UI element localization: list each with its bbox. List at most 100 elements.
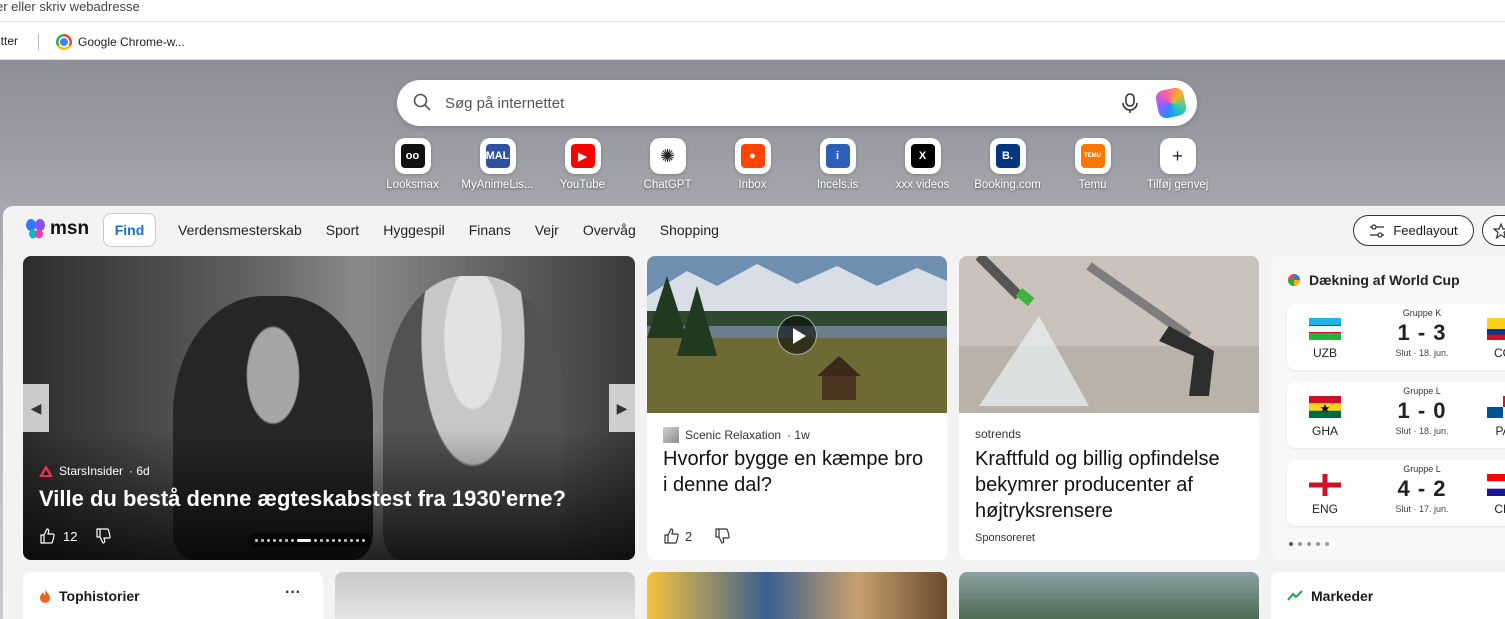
story-card[interactable] bbox=[335, 572, 635, 619]
nav-item-6[interactable]: Shopping bbox=[660, 222, 719, 238]
copilot-icon[interactable] bbox=[1154, 86, 1188, 120]
nav-item-0[interactable]: Verdensmesterskab bbox=[178, 222, 302, 238]
find-button[interactable]: Find bbox=[103, 213, 156, 247]
carousel-dot[interactable] bbox=[291, 538, 294, 542]
nav-item-3[interactable]: Finans bbox=[469, 222, 511, 238]
story-card[interactable]: Scenic Relaxation · 1w Hvorfor bygge en … bbox=[647, 256, 947, 560]
away-team-code: CO bbox=[1494, 346, 1505, 360]
shortcut-youtube[interactable]: ▶ YouTube bbox=[540, 138, 625, 191]
shortcut-xvideos[interactable]: Xxxx videos bbox=[880, 138, 965, 191]
carousel-dot[interactable] bbox=[273, 538, 276, 542]
story-card[interactable] bbox=[959, 572, 1259, 619]
match-score: 1 - 0 bbox=[1397, 398, 1447, 423]
nav-item-4[interactable]: Vejr bbox=[535, 222, 559, 238]
carousel-dot[interactable] bbox=[362, 538, 365, 542]
match-item[interactable]: UZB Gruppe K 1 - 3 Slut · 18. jun. CO bbox=[1287, 304, 1505, 370]
shortcut-glyph: MAL bbox=[485, 144, 510, 168]
flag-england-icon bbox=[1309, 474, 1341, 496]
shortcut-temu[interactable]: TEMU Temu bbox=[1050, 138, 1135, 191]
shortcut-chatgpt[interactable]: ✺ ChatGPT bbox=[625, 138, 710, 191]
carousel-dot[interactable] bbox=[338, 538, 341, 542]
match-date: Slut · 17. jun. bbox=[1395, 504, 1449, 514]
story-source: Scenic Relaxation · 1w bbox=[663, 427, 810, 443]
shortcut-label: YouTube bbox=[559, 179, 606, 191]
bookmark-google-chrome[interactable]: Google Chrome-w... bbox=[56, 34, 185, 50]
away-team-code: PA bbox=[1495, 424, 1505, 438]
top-stories-card[interactable]: Tophistorier ··· bbox=[23, 572, 323, 619]
carousel-next-button[interactable]: ▶ bbox=[609, 384, 635, 432]
match-item[interactable]: ENG Gruppe L 4 - 2 Slut · 17. jun. CR bbox=[1287, 460, 1505, 526]
fire-icon bbox=[40, 589, 50, 603]
shortcut-looksmax[interactable]: oo Looksmax bbox=[370, 138, 455, 191]
nav-item-2[interactable]: Hyggespil bbox=[383, 222, 444, 238]
star-icon bbox=[1493, 223, 1505, 239]
like-button[interactable]: 2 bbox=[663, 528, 692, 544]
msn-logo[interactable]: msn bbox=[25, 218, 89, 240]
shortcut-reddit[interactable]: ● Inbox bbox=[710, 138, 795, 191]
home-team-code: ENG bbox=[1311, 502, 1338, 516]
shortcut-label: Incels.is bbox=[816, 179, 859, 191]
thumbs-up-icon bbox=[40, 528, 55, 544]
carousel-dot[interactable] bbox=[332, 538, 335, 542]
markets-title: Markeder bbox=[1311, 588, 1374, 604]
nav-item-5[interactable]: Overvåg bbox=[583, 222, 636, 238]
like-count: 12 bbox=[63, 528, 78, 544]
bookmark-twitter[interactable]: itter bbox=[0, 34, 18, 48]
carousel-dot[interactable] bbox=[326, 538, 329, 542]
source-name: sotrends bbox=[975, 427, 1022, 441]
away-team-code: CR bbox=[1494, 502, 1505, 516]
address-bar-placeholder: er eller skriv webadresse bbox=[0, 0, 140, 14]
more-options-button[interactable]: ··· bbox=[285, 584, 301, 602]
shortcut-glyph: i bbox=[825, 144, 850, 168]
home-team-code: UZB bbox=[1313, 346, 1337, 360]
worldcup-header[interactable]: Dækning af World Cup bbox=[1287, 272, 1460, 288]
carousel-indicator[interactable] bbox=[249, 533, 371, 547]
shortcut-myanimelist[interactable]: MAL MyAnimeLis... bbox=[455, 138, 540, 191]
sponsored-story-card[interactable]: sotrends Kraftfuld og billig opfindelse … bbox=[959, 256, 1259, 560]
carousel-dot[interactable] bbox=[285, 538, 288, 542]
microphone-icon[interactable] bbox=[1119, 92, 1141, 114]
carousel-dot[interactable] bbox=[350, 538, 353, 542]
carousel-dot[interactable] bbox=[356, 538, 359, 542]
xvideos-icon: X bbox=[904, 138, 941, 174]
shortcut-glyph: oo bbox=[400, 144, 425, 168]
shortcut-booking[interactable]: B. Booking.com bbox=[965, 138, 1050, 191]
nav-item-1[interactable]: Sport bbox=[326, 222, 359, 238]
address-bar[interactable]: er eller skriv webadresse bbox=[0, 0, 1505, 22]
carousel-prev-button[interactable]: ◀ bbox=[23, 384, 49, 432]
story-title[interactable]: Kraftfuld og billig opfindelse bekymrer … bbox=[975, 446, 1245, 524]
play-video-button[interactable] bbox=[777, 315, 817, 355]
carousel-dot[interactable] bbox=[267, 538, 270, 542]
like-button[interactable]: 12 bbox=[39, 528, 77, 544]
markets-card[interactable]: Markeder bbox=[1271, 572, 1505, 619]
worldcup-coverage-card[interactable]: Dækning af World Cup UZB Gruppe K 1 - 3 … bbox=[1271, 256, 1505, 560]
thumbs-down-icon[interactable] bbox=[95, 528, 112, 544]
story-title[interactable]: Hvorfor bygge en kæmpe bro i denne dal? bbox=[663, 446, 933, 498]
shortcut-plus[interactable]: + Tilføj genvej bbox=[1135, 138, 1220, 191]
match-group: Gruppe K bbox=[1402, 308, 1442, 318]
story-card[interactable] bbox=[647, 572, 947, 619]
story-reactions: 2 bbox=[663, 528, 730, 544]
story-title[interactable]: Ville du bestå denne ægteskabstest fra 1… bbox=[39, 486, 566, 512]
feedlayout-button[interactable]: Feedlayout bbox=[1353, 215, 1474, 246]
search-input[interactable] bbox=[445, 90, 1085, 116]
worldcup-pager[interactable] bbox=[1289, 542, 1329, 546]
carousel-dot[interactable] bbox=[255, 538, 258, 542]
match-item[interactable]: GHA Gruppe L 1 - 0 Slut · 18. jun. PA bbox=[1287, 382, 1505, 448]
carousel-dot[interactable] bbox=[261, 538, 264, 542]
shortcut-label: MyAnimeLis... bbox=[461, 179, 534, 191]
carousel-dot[interactable] bbox=[320, 538, 323, 542]
like-count: 2 bbox=[685, 528, 693, 544]
shortcut-incels[interactable]: i Incels.is bbox=[795, 138, 880, 191]
carousel-dot[interactable] bbox=[344, 538, 347, 542]
scenic-relaxation-icon bbox=[663, 427, 679, 443]
carousel-dot[interactable] bbox=[314, 538, 317, 542]
carousel-dot[interactable] bbox=[297, 538, 311, 542]
personalize-button[interactable] bbox=[1482, 215, 1505, 246]
carousel-dot[interactable] bbox=[279, 538, 282, 542]
bookmark-label: itter bbox=[0, 34, 19, 48]
hero-story-card[interactable]: ◀ ▶ StarsInsider · 6d Ville du bestå den… bbox=[23, 256, 635, 560]
thumbs-down-icon[interactable] bbox=[714, 528, 730, 544]
shortcut-label: Inbox bbox=[738, 179, 767, 191]
markets-header: Markeder bbox=[1287, 588, 1373, 604]
